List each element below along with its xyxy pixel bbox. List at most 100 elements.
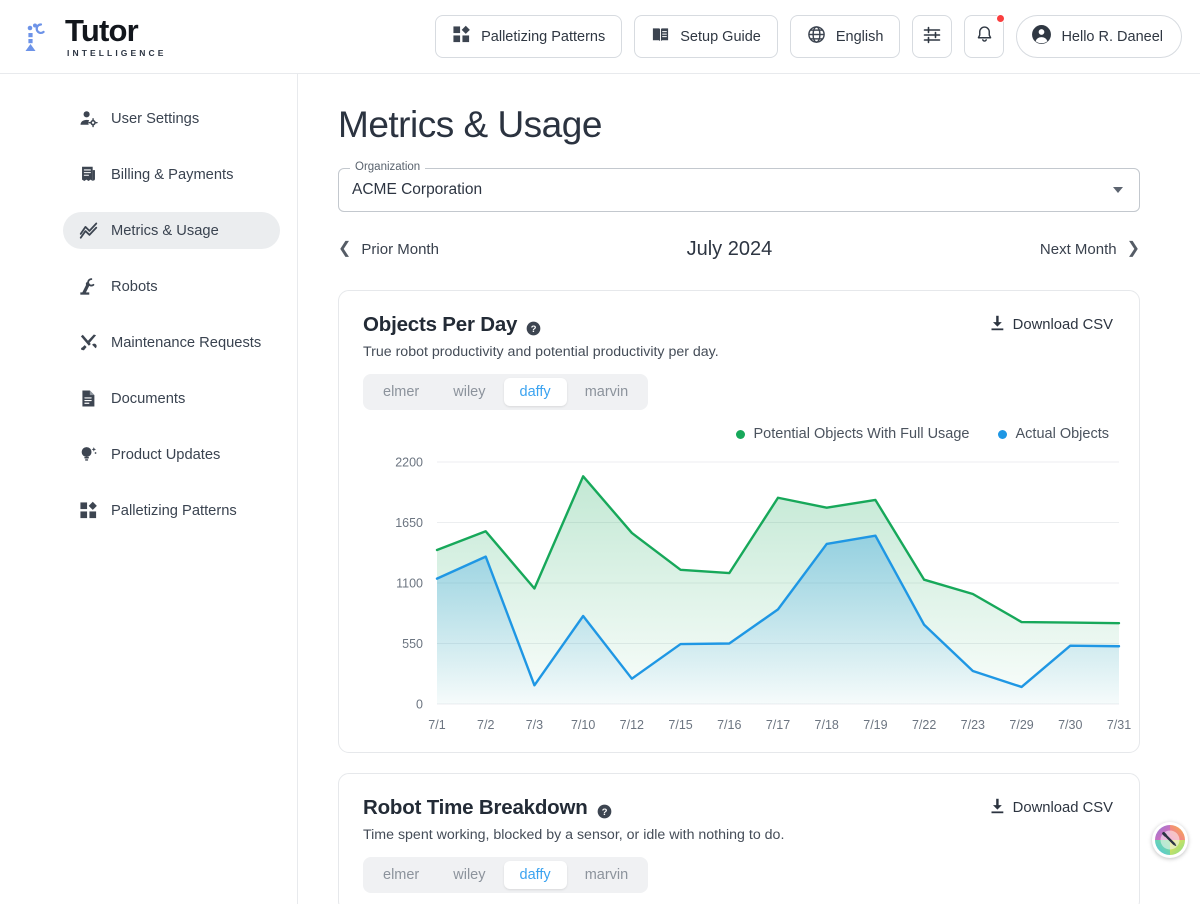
download-csv-button[interactable]: Download CSV bbox=[990, 796, 1113, 818]
svg-text:7/12: 7/12 bbox=[620, 718, 644, 732]
download-csv-label: Download CSV bbox=[1013, 317, 1113, 333]
sidebar-item-user-settings[interactable]: User Settings bbox=[63, 100, 280, 137]
svg-text:7/29: 7/29 bbox=[1009, 718, 1033, 732]
svg-text:7/31: 7/31 bbox=[1107, 718, 1131, 732]
user-settings-icon bbox=[79, 109, 98, 128]
chevron-right-icon: ❯ bbox=[1127, 241, 1140, 257]
setup-guide-button[interactable]: Setup Guide bbox=[634, 15, 778, 58]
chevron-down-icon bbox=[1113, 187, 1123, 193]
svg-text:7/17: 7/17 bbox=[766, 718, 790, 732]
sliders-icon bbox=[922, 25, 942, 49]
robot-tab-group: elmer wiley daffy marvin bbox=[363, 374, 648, 410]
receipt-icon bbox=[79, 165, 98, 184]
sidebar-label: Documents bbox=[111, 391, 185, 407]
notification-badge bbox=[996, 14, 1005, 23]
brand-name: Tutor bbox=[65, 15, 167, 46]
tools-icon bbox=[79, 333, 98, 352]
download-csv-button[interactable]: Download CSV bbox=[990, 313, 1113, 335]
sidebar-item-robots[interactable]: Robots bbox=[63, 268, 280, 305]
svg-text:7/22: 7/22 bbox=[912, 718, 936, 732]
legend-item-potential[interactable]: Potential Objects With Full Usage bbox=[736, 426, 970, 442]
chart-series-areas bbox=[437, 476, 1119, 704]
palletizing-patterns-button[interactable]: Palletizing Patterns bbox=[435, 15, 622, 58]
legend-item-actual[interactable]: Actual Objects bbox=[998, 426, 1110, 442]
legend-label: Potential Objects With Full Usage bbox=[754, 426, 970, 442]
account-circle-icon bbox=[1031, 24, 1052, 49]
svg-text:1650: 1650 bbox=[395, 516, 423, 530]
brand-logo[interactable]: Tutor INTELLIGENCE bbox=[22, 15, 167, 58]
svg-text:?: ? bbox=[601, 806, 607, 816]
robot-tab-elmer[interactable]: elmer bbox=[367, 378, 435, 406]
user-account-label: Hello R. Daneel bbox=[1061, 29, 1163, 45]
sidebar-item-palletizing-patterns[interactable]: Palletizing Patterns bbox=[63, 492, 280, 529]
card-header: Robot Time Breakdown ? Time spent workin… bbox=[363, 796, 1113, 843]
setup-guide-label: Setup Guide bbox=[680, 29, 761, 45]
sidebar-item-billing-payments[interactable]: Billing & Payments bbox=[63, 156, 280, 193]
legend-label: Actual Objects bbox=[1016, 426, 1110, 442]
svg-text:7/16: 7/16 bbox=[717, 718, 741, 732]
robot-tab-elmer[interactable]: elmer bbox=[367, 861, 435, 889]
display-settings-button[interactable] bbox=[912, 15, 952, 58]
sidebar-label: Robots bbox=[111, 279, 158, 295]
robot-tab-marvin[interactable]: marvin bbox=[569, 861, 645, 889]
chart-y-axis-labels: 0 550 1100 1650 2200 bbox=[395, 456, 423, 712]
book-icon bbox=[651, 25, 670, 48]
robot-tab-wiley[interactable]: wiley bbox=[437, 378, 501, 406]
chart-x-axis-labels: 7/17/27/37/107/127/157/167/177/187/197/2… bbox=[428, 718, 1131, 732]
help-icon[interactable]: ? bbox=[526, 318, 541, 333]
sidebar-navigation: User Settings Billing & Payments bbox=[0, 74, 298, 904]
svg-text:7/30: 7/30 bbox=[1058, 718, 1082, 732]
organization-value: ACME Corporation bbox=[352, 181, 482, 199]
help-icon[interactable]: ? bbox=[597, 801, 612, 816]
objects-per-day-chart[interactable]: 0550110016502200 7/17/27/37/107/127/157/… bbox=[363, 448, 1113, 734]
next-month-button[interactable]: Next Month ❯ bbox=[1040, 241, 1140, 258]
chevron-left-icon: ❮ bbox=[338, 241, 351, 257]
color-picker-fab[interactable] bbox=[1152, 822, 1188, 858]
robot-tab-marvin[interactable]: marvin bbox=[569, 378, 645, 406]
language-button[interactable]: English bbox=[790, 15, 901, 58]
svg-text:7/10: 7/10 bbox=[571, 718, 595, 732]
svg-text:7/23: 7/23 bbox=[961, 718, 985, 732]
globe-icon bbox=[807, 25, 826, 48]
chart-svg: 0550110016502200 7/17/27/37/107/127/157/… bbox=[363, 448, 1139, 734]
palletizing-patterns-label: Palletizing Patterns bbox=[481, 29, 605, 45]
top-header-bar: Tutor INTELLIGENCE Palletizing Patterns bbox=[0, 0, 1200, 74]
download-icon bbox=[990, 798, 1005, 818]
page-title: Metrics & Usage bbox=[338, 104, 1140, 146]
legend-dot-icon bbox=[736, 430, 745, 439]
card-subtitle: True robot productivity and potential pr… bbox=[363, 344, 719, 360]
robot-arm-logo-icon bbox=[22, 20, 56, 54]
card-header: Objects Per Day ? True robot productivit… bbox=[363, 313, 1113, 360]
sidebar-label: User Settings bbox=[111, 111, 199, 127]
sidebar-item-product-updates[interactable]: Product Updates bbox=[63, 436, 280, 473]
sidebar-label: Billing & Payments bbox=[111, 167, 233, 183]
card-subtitle: Time spent working, blocked by a sensor,… bbox=[363, 827, 784, 843]
robot-tab-daffy[interactable]: daffy bbox=[504, 861, 567, 889]
svg-text:7/18: 7/18 bbox=[815, 718, 839, 732]
notifications-button[interactable] bbox=[964, 15, 1004, 58]
sidebar-item-documents[interactable]: Documents bbox=[63, 380, 280, 417]
card-title: Robot Time Breakdown bbox=[363, 796, 588, 820]
sidebar-label: Maintenance Requests bbox=[111, 335, 261, 351]
language-label: English bbox=[836, 29, 884, 45]
svg-text:2200: 2200 bbox=[395, 456, 423, 470]
robot-tab-wiley[interactable]: wiley bbox=[437, 861, 501, 889]
robot-arm-icon bbox=[79, 277, 98, 296]
user-account-button[interactable]: Hello R. Daneel bbox=[1016, 15, 1182, 58]
organization-select[interactable]: Organization ACME Corporation bbox=[338, 168, 1140, 212]
card-title: Objects Per Day bbox=[363, 313, 517, 337]
sidebar-label: Metrics & Usage bbox=[111, 223, 219, 239]
next-month-label: Next Month bbox=[1040, 241, 1117, 258]
svg-text:0: 0 bbox=[416, 698, 423, 712]
svg-text:550: 550 bbox=[402, 637, 423, 651]
sidebar-item-metrics-usage[interactable]: Metrics & Usage bbox=[63, 212, 280, 249]
robot-tab-daffy[interactable]: daffy bbox=[504, 378, 567, 406]
organization-label: Organization bbox=[350, 161, 425, 173]
svg-text:1100: 1100 bbox=[396, 577, 423, 591]
month-navigation: ❮ Prior Month July 2024 Next Month ❯ bbox=[338, 226, 1140, 272]
sidebar-item-maintenance-requests[interactable]: Maintenance Requests bbox=[63, 324, 280, 361]
page-body: User Settings Billing & Payments bbox=[0, 74, 1200, 904]
main-content: Metrics & Usage Organization ACME Corpor… bbox=[298, 74, 1200, 904]
download-icon bbox=[990, 315, 1005, 335]
header-actions: Palletizing Patterns Setup Guide bbox=[435, 15, 1182, 58]
